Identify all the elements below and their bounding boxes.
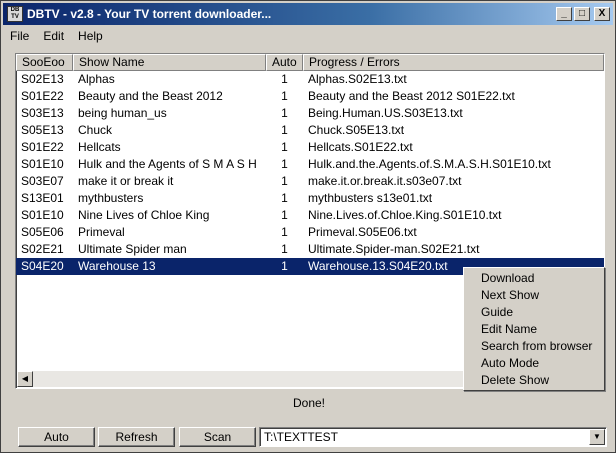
table-row[interactable]: S03E07 make it or break it 1 make.it.or.bre…	[16, 173, 604, 190]
episode-cell: S04E20	[21, 259, 64, 273]
context-menu-item-download[interactable]: Download	[464, 270, 604, 287]
show-name-cell: make it or break it	[78, 174, 174, 188]
table-row[interactable]: S05E06 Primeval 1 Primeval.S05E06.txt	[16, 224, 604, 241]
episode-cell: S01E22	[21, 89, 64, 103]
auto-cell: 1	[281, 208, 288, 222]
context-menu-item-next-show[interactable]: Next Show	[464, 287, 604, 304]
menu-edit[interactable]: Edit	[36, 29, 71, 43]
column-header-auto[interactable]: Auto	[266, 54, 303, 71]
column-header-show-name[interactable]: Show Name	[73, 54, 266, 71]
progress-cell: Chuck.S05E13.txt	[308, 123, 405, 137]
close-button[interactable]: X	[594, 7, 610, 21]
episode-cell: S02E21	[21, 242, 64, 256]
scan-button[interactable]: Scan	[179, 427, 256, 447]
episode-cell: S03E13	[21, 106, 64, 120]
auto-cell: 1	[281, 259, 288, 273]
progress-cell: make.it.or.break.it.s03e07.txt	[308, 174, 462, 188]
bottom-toolbar: Auto Refresh Scan T:\TEXTTEST ▼	[1, 427, 616, 449]
table-row[interactable]: S02E13 Alphas 1 Alphas.S02E13.txt	[16, 71, 604, 88]
context-menu-item-auto-mode[interactable]: Auto Mode	[464, 355, 604, 372]
episode-cell: S13E01	[21, 191, 64, 205]
show-name-cell: Chuck	[78, 123, 113, 137]
maximize-button[interactable]: □	[574, 7, 590, 21]
auto-cell: 1	[281, 174, 288, 188]
show-name-cell: Nine Lives of Chloe King	[78, 208, 210, 222]
show-name-cell: Warehouse 13	[78, 259, 156, 273]
episode-cell: S02E13	[21, 72, 64, 86]
table-row[interactable]: S05E13 Chuck 1 Chuck.S05E13.txt	[16, 122, 604, 139]
progress-cell: Nine.Lives.of.Chloe.King.S01E10.txt	[308, 208, 502, 222]
table-row[interactable]: S01E22 Hellcats 1 Hellcats.S01E22.txt	[16, 139, 604, 156]
window-title: DBTV - v2.8 - Your TV torrent downloader…	[27, 7, 272, 21]
chevron-down-icon[interactable]: ▼	[589, 429, 605, 445]
menu-file[interactable]: File	[3, 29, 36, 43]
episode-cell: S01E10	[21, 157, 64, 171]
progress-cell: Hulk.and.the.Agents.of.S.M.A.S.H.S01E10.…	[308, 157, 551, 171]
context-menu-item-edit-name[interactable]: Edit Name	[464, 321, 604, 338]
show-name-cell: Beauty and the Beast 2012	[78, 89, 223, 103]
show-name-cell: Primeval	[78, 225, 125, 239]
show-name-cell: Alphas	[78, 72, 115, 86]
auto-cell: 1	[281, 157, 288, 171]
app-window: DB TV DBTV - v2.8 - Your TV torrent down…	[0, 0, 616, 453]
context-menu: Download Next Show Guide Edit Name Search fr…	[463, 267, 605, 391]
progress-cell: Being.Human.US.S03E13.txt	[308, 106, 463, 120]
auto-cell: 1	[281, 123, 288, 137]
auto-cell: 1	[281, 191, 288, 205]
show-name-cell: Hulk and the Agents of S M A S H	[78, 157, 257, 171]
episode-cell: S05E13	[21, 123, 64, 137]
refresh-button[interactable]: Refresh	[98, 427, 175, 447]
table-row[interactable]: S01E10 Nine Lives of Chloe King 1 Nine.Live…	[16, 207, 604, 224]
status-text: Done!	[292, 396, 326, 410]
progress-cell: Primeval.S05E06.txt	[308, 225, 417, 239]
table-row[interactable]: S01E10 Hulk and the Agents of S M A S H 1 H…	[16, 156, 604, 173]
auto-cell: 1	[281, 140, 288, 154]
menu-bar: File Edit Help	[3, 26, 613, 46]
progress-cell: Beauty and the Beast 2012 S01E22.txt	[308, 89, 515, 103]
auto-cell: 1	[281, 106, 288, 120]
episode-cell: S01E10	[21, 208, 64, 222]
list-body: S02E13 Alphas 1 Alphas.S02E13.txt S01E22 Beau…	[16, 71, 604, 275]
auto-cell: 1	[281, 89, 288, 103]
column-header-episode[interactable]: SooEoo	[16, 54, 73, 71]
context-menu-item-guide[interactable]: Guide	[464, 304, 604, 321]
auto-cell: 1	[281, 242, 288, 256]
title-bar[interactable]: DB TV DBTV - v2.8 - Your TV torrent down…	[3, 3, 613, 25]
list-header: SooEoo Show Name Auto Progress / Errors	[16, 54, 604, 71]
table-row[interactable]: S13E01 mythbusters 1 mythbusters s13e01.txt	[16, 190, 604, 207]
progress-cell: Hellcats.S01E22.txt	[308, 140, 413, 154]
episode-cell: S03E07	[21, 174, 64, 188]
show-name-cell: Ultimate Spider man	[78, 242, 187, 256]
auto-cell: 1	[281, 225, 288, 239]
context-menu-item-search-from-browser[interactable]: Search from browser	[464, 338, 604, 355]
progress-cell: Alphas.S02E13.txt	[308, 72, 407, 86]
show-name-cell: mythbusters	[78, 191, 144, 205]
progress-cell: mythbusters s13e01.txt	[308, 191, 433, 205]
path-value: T:\TEXTTEST	[264, 430, 339, 444]
scroll-left-icon[interactable]: ◀	[17, 371, 33, 387]
episode-cell: S01E22	[21, 140, 64, 154]
menu-help[interactable]: Help	[71, 29, 110, 43]
progress-cell: Ultimate.Spider-man.S02E21.txt	[308, 242, 480, 256]
minimize-button[interactable]: _	[556, 7, 572, 21]
column-header-progress[interactable]: Progress / Errors	[303, 54, 604, 71]
app-icon: DB TV	[7, 6, 23, 22]
table-row[interactable]: S02E21 Ultimate Spider man 1 Ultimate.Spide…	[16, 241, 604, 258]
show-name-cell: being human_us	[78, 106, 167, 120]
auto-cell: 1	[281, 72, 288, 86]
episode-cell: S05E06	[21, 225, 64, 239]
table-row[interactable]: S03E13 being human_us 1 Being.Human.US.S03E…	[16, 105, 604, 122]
path-combobox[interactable]: T:\TEXTTEST ▼	[259, 427, 607, 447]
show-name-cell: Hellcats	[78, 140, 121, 154]
context-menu-item-delete-show[interactable]: Delete Show	[464, 372, 604, 389]
auto-button[interactable]: Auto	[18, 427, 95, 447]
table-row[interactable]: S01E22 Beauty and the Beast 2012 1 Beauty a…	[16, 88, 604, 105]
